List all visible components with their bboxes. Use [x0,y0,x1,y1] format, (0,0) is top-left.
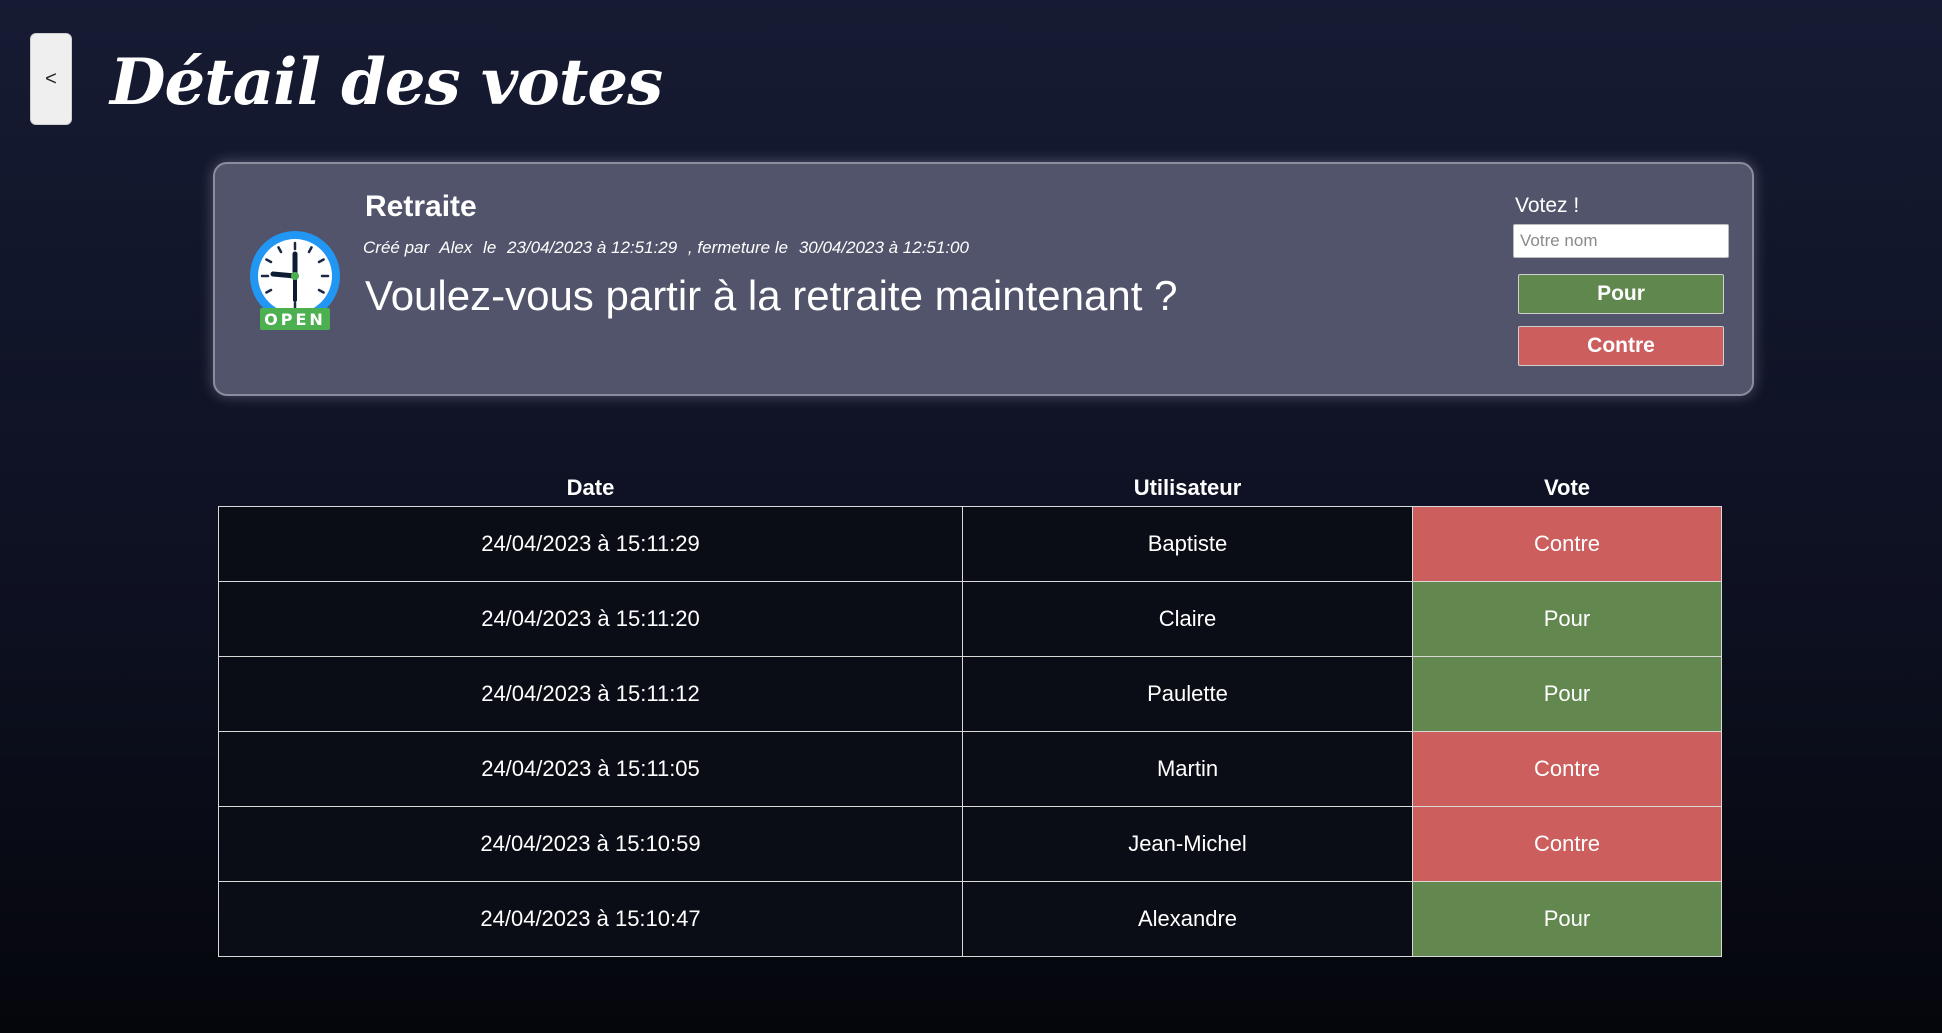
table-row: 24/04/2023 à 15:11:12 Paulette Pour [218,656,1722,732]
table-row: 24/04/2023 à 15:11:29 Baptiste Contre [218,506,1722,582]
page-title: Détail des votes [110,45,663,120]
vote-date: 24/04/2023 à 15:11:20 [218,581,963,657]
table-header-row: Date Utilisateur Vote [219,470,1722,507]
vote-contre-button[interactable]: Contre [1518,326,1724,366]
vote-user: Jean-Michel [962,806,1413,882]
poll-title: Retraite [365,190,477,223]
vote-user: Alexandre [962,881,1413,957]
vote-value: Pour [1412,881,1722,957]
poll-author: Alex [439,238,473,257]
vote-date: 24/04/2023 à 15:11:29 [218,506,963,582]
vote-value: Contre [1412,506,1722,582]
vote-value: Contre [1412,731,1722,807]
vote-date: 24/04/2023 à 15:10:47 [218,881,963,957]
vote-date: 24/04/2023 à 15:11:05 [218,731,963,807]
voter-name-input[interactable] [1513,224,1729,258]
vote-user: Paulette [962,656,1413,732]
vote-user: Claire [962,581,1413,657]
back-button[interactable]: < [30,33,72,125]
closing-label: , fermeture le [687,238,789,257]
table-row: 24/04/2023 à 15:11:20 Claire Pour [218,581,1722,657]
vote-value: Pour [1412,656,1722,732]
column-header-date: Date [566,475,615,500]
vote-user: Baptiste [962,506,1413,582]
vote-value: Pour [1412,581,1722,657]
votes-table: Date Utilisateur Vote 24/04/2023 à 15:11… [218,470,1722,957]
poll-card: OPEN Retraite Créé par Alex le 23/04/202… [213,162,1754,396]
vote-label: Votez ! [1515,194,1580,217]
created-at: 23/04/2023 à 12:51:29 [507,238,678,257]
poll-question: Voulez-vous partir à la retraite mainten… [365,272,1178,319]
vote-user: Martin [962,731,1413,807]
vote-date: 24/04/2023 à 15:10:59 [218,806,963,882]
vote-pour-button[interactable]: Pour [1518,274,1724,314]
column-header-vote: Vote [1543,475,1591,500]
vote-value: Contre [1412,806,1722,882]
vote-date: 24/04/2023 à 15:11:12 [218,656,963,732]
on-label: le [483,238,497,257]
table-row: 24/04/2023 à 15:10:59 Jean-Michel Contre [218,806,1722,882]
table-row: 24/04/2023 à 15:10:47 Alexandre Pour [218,881,1722,957]
svg-text:OPEN: OPEN [264,310,326,329]
open-clock-icon: OPEN [250,231,340,330]
poll-meta: Créé par Alex le 23/04/2023 à 12:51:29 ,… [363,238,975,258]
closing-at: 30/04/2023 à 12:51:00 [798,238,969,257]
table-row: 24/04/2023 à 15:11:05 Martin Contre [218,731,1722,807]
column-header-user: Utilisateur [1133,475,1242,500]
created-by-label: Créé par [363,238,430,257]
